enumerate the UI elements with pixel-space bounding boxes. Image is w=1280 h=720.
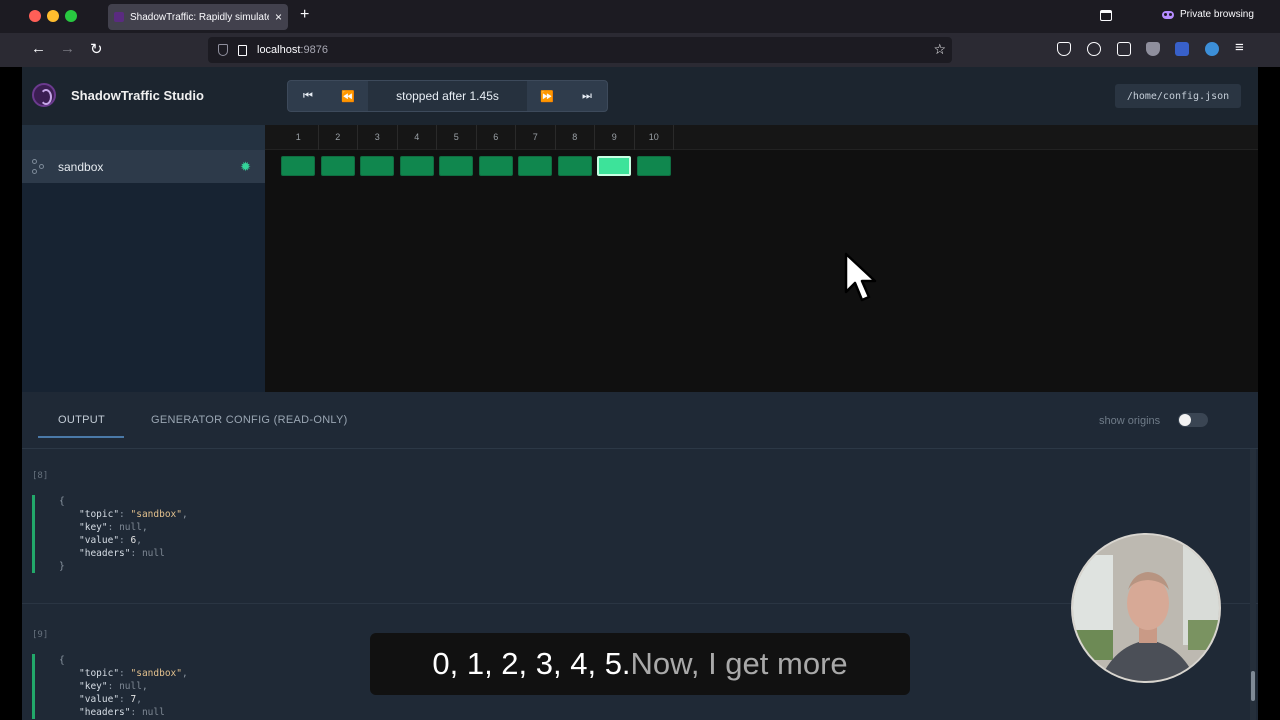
tab-generator-config[interactable]: GENERATOR CONFIG (READ-ONLY) [151,414,348,426]
timeline-tick: 5 [437,125,477,150]
timeline-tick: 2 [319,125,358,150]
forward-button[interactable]: → [60,40,75,57]
panel-tabs: OUTPUT GENERATOR CONFIG (READ-ONLY) show… [22,392,1258,449]
record-key: null [119,681,142,692]
sidebar-header [22,125,265,150]
menu-icon[interactable]: ≡ [1235,39,1244,56]
record-index: [9] [32,630,49,640]
new-tab-button[interactable]: + [300,6,309,24]
browser-titlebar: ShadowTraffic: Rapidly simulate × + Priv… [0,0,1280,33]
show-origins-label: show origins [1099,415,1161,427]
private-mask-icon [1162,10,1174,19]
timeline-tick: 10 [635,125,674,150]
account-icon[interactable] [1087,42,1101,56]
caption-upcoming: Now, I get more [630,646,848,681]
timeline-cell[interactable] [360,156,394,176]
output-scrollbar[interactable] [1250,449,1256,720]
webcam-overlay [1071,533,1221,683]
tracking-protection-icon[interactable] [218,44,228,56]
ublock-icon[interactable] [1175,42,1189,56]
app-header: ShadowTraffic Studio ⏮ ⏪ stopped after 1… [22,67,1258,125]
active-tab-indicator [38,436,124,438]
timeline-tick: 1 [279,125,319,150]
mouse-cursor-icon [844,252,877,302]
pocket-icon[interactable] [1057,42,1071,56]
browser-navbar: ← → ↻ localhost :9876 ☆ ≡ [0,33,1280,67]
url-host: localhost [257,44,301,56]
timeline-cell[interactable] [399,156,434,176]
config-path[interactable]: /home/config.json [1115,84,1241,108]
skip-to-end-button[interactable]: ⏭ [567,81,607,111]
gear-icon[interactable]: ✹ [240,159,251,175]
timeline-cell[interactable] [281,156,315,176]
timeline-tick: 9 [595,125,635,150]
timeline-tick: 6 [477,125,516,150]
record-topic: "sandbox" [130,509,182,520]
reload-button[interactable]: ↻ [90,40,103,58]
tab-close-icon[interactable]: × [275,10,282,24]
sidebar: sandbox ✹ [22,125,265,392]
close-window-button[interactable] [29,10,41,22]
timeline-cell[interactable] [478,156,513,176]
browser-tab[interactable]: ShadowTraffic: Rapidly simulate × [108,4,288,30]
sidebar-item-label: sandbox [58,159,104,174]
record-topic: "sandbox" [130,668,182,679]
back-button[interactable]: ← [31,40,46,57]
privacy-badger-icon[interactable] [1146,42,1160,56]
tab-output[interactable]: OUTPUT [58,414,105,426]
timeline-cell[interactable] [636,156,671,176]
page-info-icon[interactable] [238,44,247,56]
app-title: ShadowTraffic Studio [71,88,204,103]
timeline-tick: 3 [358,125,398,150]
timeline-tick: 8 [556,125,595,150]
tab-favicon-icon [114,12,124,22]
step-forward-button[interactable]: ⏩ [527,81,567,111]
window-list-icon[interactable] [1100,10,1112,21]
tab-title: ShadowTraffic: Rapidly simulate [130,11,269,23]
timeline-cell[interactable] [320,156,355,176]
video-caption: 0, 1, 2, 3, 4, 5. Now, I get more [370,633,910,695]
timeline-tick: 7 [516,125,556,150]
extensions-icon[interactable] [1117,42,1131,56]
sidebar-item-sandbox[interactable]: sandbox ✹ [22,150,265,183]
toggle-knob [1179,414,1191,426]
event-timeline: 1 2 3 4 5 6 7 8 9 10 [265,125,1258,392]
minimize-window-button[interactable] [47,10,59,22]
caption-spoken: 0, 1, 2, 3, 4, 5. [432,646,631,681]
extension-compass-icon[interactable] [1205,42,1219,56]
playback-status: stopped after 1.45s [368,81,527,111]
timeline-tick: 4 [398,125,437,150]
record-key: null [119,522,142,533]
private-browsing-indicator: Private browsing [1162,9,1254,20]
scrollbar-thumb[interactable] [1251,671,1255,701]
shadowtraffic-logo-icon [32,83,56,107]
timeline-ticks: 1 2 3 4 5 6 7 8 9 10 [265,125,1258,150]
skip-to-start-button[interactable]: ⏮ [288,81,328,111]
private-browsing-label: Private browsing [1180,9,1254,20]
step-back-button[interactable]: ⏪ [328,81,368,111]
record-headers: null [141,707,165,718]
maximize-window-button[interactable] [65,10,77,22]
show-origins-toggle[interactable] [1178,413,1208,427]
timeline-cell[interactable] [557,156,592,176]
bookmark-star-icon[interactable]: ☆ [933,41,946,58]
timeline-cell[interactable] [439,156,473,176]
node-icon [32,158,46,175]
record-headers: null [141,548,165,559]
timeline-cell-selected[interactable] [597,156,631,176]
record-json: { "topic": "sandbox", "key": null, "valu… [32,495,1232,573]
url-port: :9876 [300,44,328,56]
timeline-cell[interactable] [518,156,552,176]
record-index: [8] [32,471,49,481]
address-bar[interactable]: localhost :9876 ☆ [208,37,952,63]
playback-controls: ⏮ ⏪ stopped after 1.45s ⏩ ⏭ [287,80,608,112]
